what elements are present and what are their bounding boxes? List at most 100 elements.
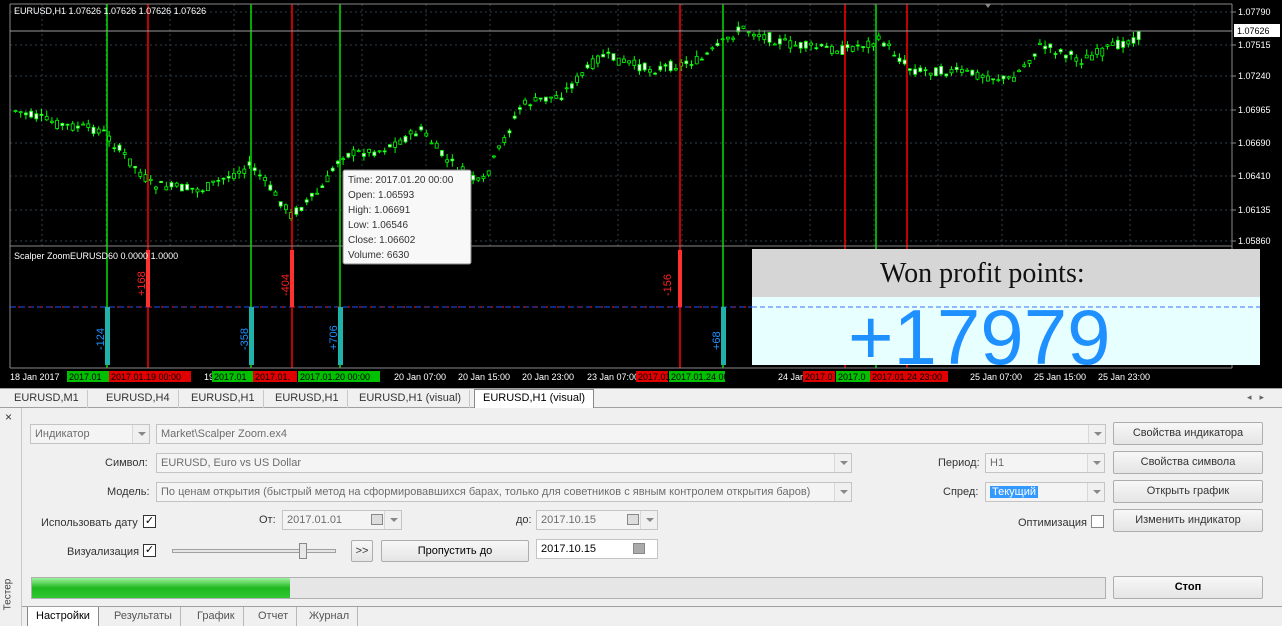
indicator-path-value: Market\Scalper Zoom.ex4 <box>161 428 287 440</box>
modify-indicator-button[interactable]: Изменить индикатор <box>1113 509 1263 532</box>
candle-body <box>268 184 273 191</box>
symbol-properties-button[interactable]: Свойства символа <box>1113 451 1263 474</box>
spread-select[interactable]: Текущий <box>985 482 1105 502</box>
candle-body <box>616 57 621 66</box>
candle-body <box>70 123 75 131</box>
tab-results[interactable]: Результаты <box>106 607 181 626</box>
candle-body <box>44 116 49 121</box>
stop-button[interactable]: Стоп <box>1113 576 1263 599</box>
candle-body <box>1048 43 1053 48</box>
close-icon[interactable]: × <box>5 410 12 424</box>
skip-forward-button[interactable]: >> <box>351 540 373 562</box>
tab-settings[interactable]: Настройки <box>27 607 99 626</box>
candle-body <box>179 184 184 192</box>
candle-body <box>892 54 897 57</box>
candle-body <box>804 41 808 49</box>
skip-to-button[interactable]: Пропустить до <box>381 540 529 562</box>
visualization-checkbox[interactable]: ✓ <box>143 544 156 557</box>
candle-body <box>23 112 28 116</box>
model-label: Модель: <box>107 486 150 498</box>
candle-body <box>403 136 408 143</box>
candle-body <box>507 130 512 134</box>
indicator-path-select[interactable]: Market\Scalper Zoom.ex4 <box>156 424 1106 444</box>
calendar-icon[interactable] <box>371 514 383 525</box>
tab-graph[interactable]: График <box>189 607 244 626</box>
candle-body <box>372 151 377 156</box>
candle-body <box>127 158 132 167</box>
optimization-checkbox[interactable] <box>1091 515 1104 528</box>
to-date-input[interactable]: 2017.10.15 <box>536 510 658 530</box>
tab-eurusd-h1[interactable]: EURUSD,H1 <box>183 390 264 408</box>
candle-body <box>424 132 429 137</box>
sell-date-tag-label: 2017.01.24 23:00 <box>872 372 942 382</box>
time-tick-label: 18 Jan 2017 <box>10 372 60 382</box>
skip-to-date-input[interactable]: 2017.10.15 <box>536 539 658 559</box>
tab-report[interactable]: Отчет <box>250 607 298 626</box>
candle-body <box>419 126 424 131</box>
tester-side-label: Тестер <box>2 578 14 611</box>
chart-tabs: EURUSD,M1 EURUSD,H4 EURUSD,H1 EURUSD,H1 … <box>0 388 1282 409</box>
candle-body <box>752 33 756 37</box>
candle-body <box>351 149 356 157</box>
candle-body <box>986 75 990 82</box>
candle-body <box>648 69 652 73</box>
sell-date-tag-label: 2017.0 <box>805 372 833 382</box>
calendar-icon[interactable] <box>627 514 639 525</box>
indicator-bar-red <box>678 250 682 307</box>
chart-canvas[interactable]: +168-404-156-312+17-124-358+706+68-2 1.0… <box>0 0 1282 388</box>
period-label: Период: <box>938 457 980 469</box>
use-date-checkbox[interactable]: ✓ <box>143 515 156 528</box>
tab-journal[interactable]: Журнал <box>301 607 359 626</box>
open-chart-button[interactable]: Открыть график <box>1113 480 1263 503</box>
candle-body <box>975 71 980 80</box>
shift-marker-icon[interactable] <box>985 4 991 8</box>
slider-thumb[interactable] <box>299 543 307 559</box>
tab-scroll-arrows-icon[interactable]: ◂▸ <box>1247 392 1272 403</box>
visualization-speed-slider[interactable] <box>172 549 336 553</box>
indicator-properties-button[interactable]: Свойства индикатора <box>1113 422 1263 445</box>
candle-body <box>367 148 372 153</box>
candle-body <box>876 35 881 40</box>
tab-eurusd-h1-visual[interactable]: EURUSD,H1 (visual) <box>351 390 471 408</box>
candle-body <box>689 64 694 66</box>
candle-body <box>1017 69 1021 72</box>
candle-body <box>257 174 262 177</box>
candle-body <box>174 182 179 187</box>
candle-body <box>76 125 80 129</box>
candle-body <box>205 182 210 192</box>
candle-body <box>50 120 54 123</box>
candle-body <box>1090 54 1094 61</box>
candle-body <box>133 165 138 169</box>
tab-eurusd-h4[interactable]: EURUSD,H4 <box>98 390 179 408</box>
candle-body <box>497 145 502 149</box>
candle-body <box>1074 57 1079 62</box>
period-select[interactable]: H1 <box>985 453 1105 473</box>
candle-body <box>518 107 522 110</box>
price-chart[interactable]: +168-404-156-312+17-124-358+706+68-2 1.0… <box>0 0 1282 388</box>
candle-body <box>29 110 34 118</box>
from-date-input[interactable]: 2017.01.01 <box>282 510 402 530</box>
candle-body <box>809 42 813 46</box>
candle-body <box>923 69 928 72</box>
candle-body <box>575 75 579 83</box>
candle-body <box>559 97 564 101</box>
candle-body <box>674 68 678 71</box>
candle-body <box>96 128 101 134</box>
tab-eurusd-m1[interactable]: EURUSD,M1 <box>6 390 88 408</box>
price-tick-label: 1.07515 <box>1238 40 1271 50</box>
candle-body <box>263 177 268 182</box>
time-tick-label: 20 Jan 15:00 <box>458 372 510 382</box>
tab-eurusd-h1-2[interactable]: EURUSD,H1 <box>267 390 348 408</box>
candle-body <box>34 113 39 120</box>
candle-body <box>533 97 538 102</box>
candle-body <box>294 207 299 215</box>
tab-eurusd-h1-visual-active[interactable]: EURUSD,H1 (visual) <box>474 389 595 409</box>
candle-body <box>590 58 595 69</box>
candle-body <box>710 47 715 50</box>
model-select[interactable]: По ценам открытия (быстрый метод на сфор… <box>156 482 852 502</box>
calendar-icon[interactable] <box>633 543 645 554</box>
symbol-select[interactable]: EURUSD, Euro vs US Dollar <box>156 453 852 473</box>
ohlc-label: EURUSD,H1 1.07626 1.07626 1.07626 1.0762… <box>14 6 206 16</box>
candle-body <box>117 144 122 151</box>
type-select[interactable]: Индикатор <box>30 424 150 444</box>
